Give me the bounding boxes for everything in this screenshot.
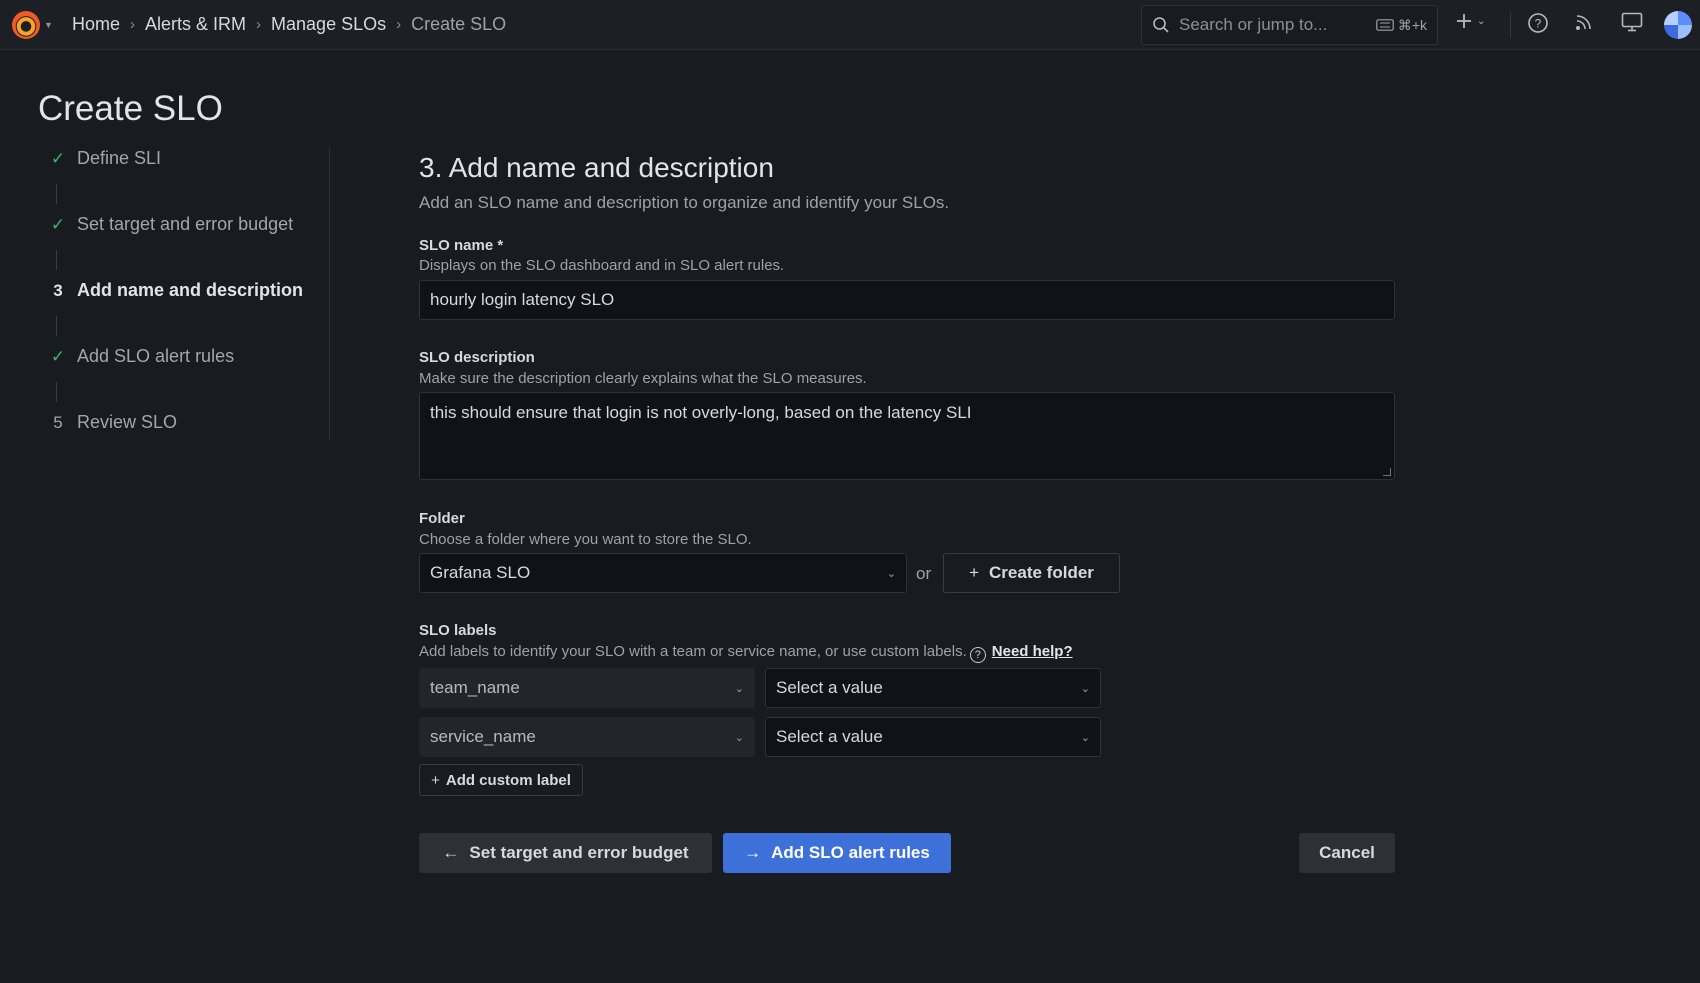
label-value-select-service[interactable]: Select a value ⌄ [765, 717, 1101, 757]
back-button-label: Set target and error budget [469, 843, 689, 862]
next-button[interactable]: → Add SLO alert rules [723, 833, 951, 873]
rss-icon [1576, 15, 1591, 30]
create-folder-button[interactable]: + Create folder [943, 553, 1120, 593]
check-icon: ✓ [50, 346, 66, 366]
chevron-down-icon: ⌄ [734, 682, 744, 695]
keyboard-icon [1376, 19, 1394, 31]
back-button[interactable]: ← Set target and error budget [419, 833, 712, 873]
step-add-name[interactable]: 3 Add name and description [48, 280, 303, 301]
chevron-down-icon: ⌄ [1080, 682, 1090, 695]
slo-labels-hint: Add labels to identify your SLO with a t… [419, 643, 1073, 663]
search-input[interactable]: Search or jump to... ⌘+k [1141, 5, 1438, 45]
chevron-down-icon: ▼ [44, 19, 53, 30]
breadcrumb: Home › Alerts & IRM › Manage SLOs › Crea… [72, 14, 506, 35]
breadcrumb-separator-icon: › [130, 16, 136, 33]
folder-label: Folder [419, 510, 465, 527]
chevron-down-icon: ⌄ [1080, 731, 1090, 744]
step-define-sli[interactable]: ✓ Define SLI [48, 148, 161, 169]
need-help-link[interactable]: Need help? [992, 643, 1073, 660]
slo-name-label: SLO name * [419, 237, 504, 254]
slo-name-value: hourly login latency SLO [430, 290, 615, 309]
new-menu-button[interactable]: ⌄ [1455, 12, 1485, 30]
label-key-value: service_name [430, 727, 536, 746]
check-icon: ✓ [50, 214, 66, 234]
resize-handle-icon[interactable] [1383, 468, 1391, 476]
monitor-icon [1621, 12, 1643, 32]
breadcrumb-separator-icon: › [256, 16, 262, 33]
svg-text:?: ? [1535, 17, 1542, 31]
add-custom-label-text: Add custom label [445, 771, 571, 789]
step-connector [56, 250, 57, 270]
folder-or-text: or [916, 564, 932, 583]
step-label: Define SLI [77, 148, 162, 168]
step-label: Add SLO alert rules [77, 346, 235, 366]
search-shortcut: ⌘+k [1397, 16, 1427, 33]
folder-hint: Choose a folder where you want to store … [419, 531, 752, 548]
create-folder-label: Create folder [989, 563, 1094, 582]
slo-name-input[interactable]: hourly login latency SLO [419, 280, 1395, 320]
plus-icon: + [969, 563, 980, 582]
slo-name-hint: Displays on the SLO dashboard and in SLO… [419, 257, 785, 274]
slo-description-textarea[interactable]: this should ensure that login is not ove… [419, 392, 1395, 480]
slo-description-value: this should ensure that login is not ove… [430, 403, 972, 422]
news-button[interactable] [1574, 12, 1594, 32]
folder-select-value: Grafana SLO [430, 563, 531, 582]
step-number: 5 [53, 412, 63, 432]
step-label: Review SLO [77, 412, 178, 432]
page-title: Create SLO [38, 89, 223, 128]
label-value-placeholder: Select a value [776, 727, 883, 746]
breadcrumb-home[interactable]: Home [72, 14, 120, 35]
cancel-button[interactable]: Cancel [1299, 833, 1395, 873]
toolbar-divider [1510, 12, 1511, 38]
arrow-right-icon: → [744, 843, 762, 862]
help-button[interactable]: ? [1527, 12, 1549, 34]
check-icon: ✓ [50, 148, 66, 168]
step-label: Set target and error budget [77, 214, 294, 234]
slo-labels-hint-text: Add labels to identify your SLO with a t… [419, 643, 967, 660]
label-value-select-team[interactable]: Select a value ⌄ [765, 668, 1101, 708]
step-alert-rules[interactable]: ✓ Add SLO alert rules [48, 346, 234, 367]
plus-icon: + [431, 771, 440, 789]
step-number: 3 [53, 280, 63, 300]
folder-select[interactable]: Grafana SLO ⌄ [419, 553, 907, 593]
chevron-down-icon: ⌄ [886, 567, 896, 580]
help-icon: ? [1528, 13, 1548, 33]
chevron-down-icon: ⌄ [734, 731, 744, 744]
step-connector [56, 184, 57, 204]
kiosk-mode-button[interactable] [1621, 12, 1643, 32]
question-circle-icon: ? [969, 647, 986, 663]
breadcrumb-create-slo: Create SLO [411, 14, 507, 34]
add-custom-label-button[interactable]: + Add custom label [419, 764, 583, 796]
section-title: 3. Add name and description [419, 152, 774, 183]
section-subtitle: Add an SLO name and description to organ… [419, 193, 950, 212]
slo-description-hint: Make sure the description clearly explai… [419, 370, 867, 387]
slo-description-label: SLO description [419, 349, 535, 366]
chevron-down-icon: ⌄ [1477, 15, 1486, 27]
step-connector [56, 382, 57, 402]
search-icon [1153, 17, 1169, 33]
arrow-left-icon: ← [442, 843, 460, 862]
breadcrumb-alerts-irm[interactable]: Alerts & IRM [145, 14, 246, 35]
label-key-select-service[interactable]: service_name ⌄ [419, 717, 755, 757]
slo-labels-label: SLO labels [419, 622, 497, 639]
step-label: Add name and description [77, 280, 304, 300]
stepper-divider [329, 148, 330, 440]
step-review[interactable]: 5 Review SLO [48, 412, 177, 433]
breadcrumb-manage-slos[interactable]: Manage SLOs [271, 14, 386, 35]
label-key-value: team_name [430, 678, 520, 697]
step-connector [56, 316, 57, 336]
cancel-button-label: Cancel [1319, 843, 1375, 862]
label-value-placeholder: Select a value [776, 678, 883, 697]
grafana-logo-icon [12, 10, 40, 39]
grafana-menu-button[interactable]: ▼ [12, 10, 57, 39]
plus-icon [1457, 14, 1471, 28]
search-placeholder: Search or jump to... [1179, 15, 1328, 34]
step-set-target[interactable]: ✓ Set target and error budget [48, 214, 293, 235]
breadcrumb-separator-icon: › [396, 16, 402, 33]
avatar[interactable] [1664, 11, 1692, 39]
top-bar: ▼ Home › Alerts & IRM › Manage SLOs › Cr… [0, 0, 1700, 50]
next-button-label: Add SLO alert rules [771, 843, 930, 862]
label-key-select-team[interactable]: team_name ⌄ [419, 668, 755, 708]
